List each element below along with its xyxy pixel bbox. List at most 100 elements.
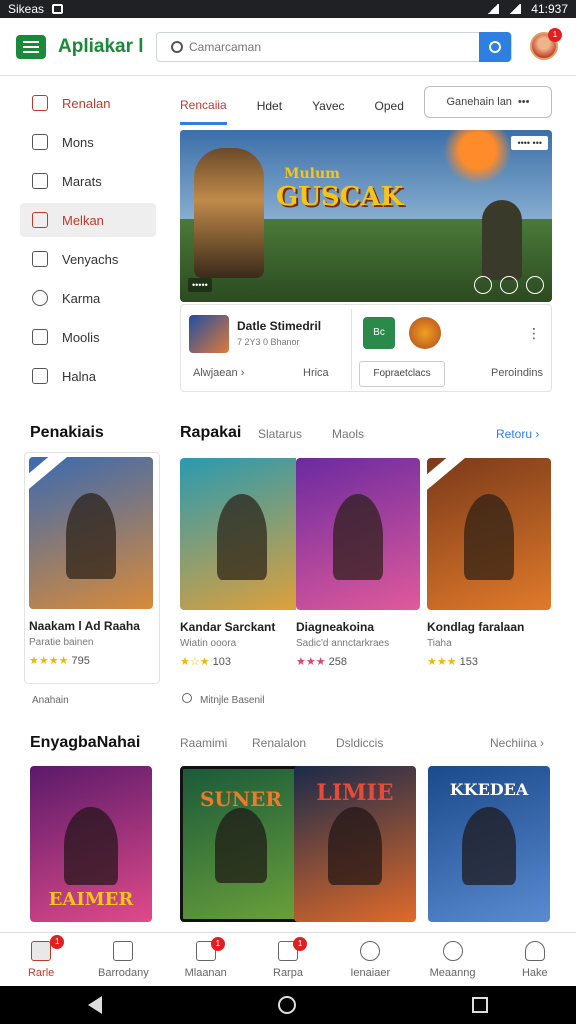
tab-0[interactable]: Rencaiia [180,87,227,125]
search-button[interactable] [479,32,511,62]
hero-share-icon[interactable] [526,276,544,294]
game-card-sub: Tiaha [427,638,452,649]
section-more-link[interactable]: Retoru › [496,427,539,441]
hero-next-icon[interactable] [500,276,518,294]
nav-item-1[interactable]: Barrodany [82,933,164,986]
star-icon: ★★★★ [29,655,69,667]
game-card[interactable]: Kandar Sarckant Wiatin ooora ★☆★ 103 [180,458,304,684]
section2-link-1[interactable]: Renalalon [252,736,306,750]
status-bar: Sikeas 41:937 [0,0,576,18]
sidebar-item-label: Mons [62,134,94,150]
section-left-title: Penakiais [30,424,104,441]
app-icon-b[interactable] [409,317,441,349]
tab-1[interactable]: Hdet [257,87,282,125]
nav-item-3[interactable]: Rarpa 1 [247,933,329,986]
back-icon[interactable] [88,996,102,1014]
status-left: Sikeas [8,2,45,16]
game-action-link[interactable]: Alwjaean › [193,367,244,379]
status-time: 41:937 [531,2,568,16]
game-card-sub: Paratie bainen [29,637,94,648]
game-card[interactable]: SUNER [180,766,302,922]
nav-label: Meaanng [429,966,476,979]
game-card[interactable]: EAIMER [30,766,152,922]
character-icon [64,806,118,885]
nav-item-6[interactable]: Hake [494,933,576,986]
nav-badge: 1 [210,937,225,951]
app-icon-a[interactable]: Bc [363,317,395,349]
sidebar-item-5[interactable]: Karma [20,281,156,315]
sidebar-item-label: Melkan [62,212,104,228]
game-card-caption: EAIMER [48,889,134,910]
game-thumbnail[interactable] [189,315,229,353]
avatar-badge: 1 [548,28,562,42]
folder-icon [32,212,48,228]
sidebar-item-4[interactable]: Venyachs [20,242,156,276]
section-link-0[interactable]: Slatarus [258,427,302,441]
game-sub: 7 2Y3 0 Bhanor [237,337,300,347]
notification-icon [52,4,64,14]
game-card[interactable]: Diagneakoina Sadic'd annctarkraes ★★★ 25… [296,458,420,684]
properties-button[interactable]: Fopraetclacs [359,361,445,387]
mail-icon [113,940,134,961]
game-card-rating: ★★★★ 795 [29,654,155,667]
sidebar-item-label: Karma [62,290,101,306]
nav-item-5[interactable]: Meaanng [411,933,493,986]
featured-info: Datle Stimedril 7 2Y3 0 Bhanor Alwjaean … [180,304,552,392]
star-icon: ★☆★ [180,656,210,668]
sidebar: Renalan Mons Marats Melkan Venyachs Karm… [20,86,156,398]
hero-prev-icon[interactable] [474,276,492,294]
grid-icon [32,368,48,384]
sidebar-item-2[interactable]: Marats [20,164,156,198]
sidebar-item-0[interactable]: Renalan [20,86,156,120]
pen-icon [32,173,48,189]
map-icon [32,251,48,267]
tab-bar: Rencaiia Hdet Yavec Oped Ganehain lan ••… [180,86,552,126]
more-vertical-icon[interactable]: ⋮ [527,325,541,342]
star-icon: ★★★ [296,656,326,668]
nav-label: Mlaanan [184,966,227,979]
app-title: Apliakar l [58,35,144,57]
gamepad-icon [32,95,48,111]
search-bar[interactable]: Camarcaman [156,32,512,62]
nav-label: Hake [521,966,548,979]
filter-select-label: Ganehain lan [446,96,512,108]
menu-button[interactable] [16,34,46,59]
section2-link-2[interactable]: Dsldiccis [336,736,383,750]
game-card[interactable]: LIMIE [294,766,416,922]
home-button-icon[interactable] [278,996,296,1014]
game-card-rating: ★☆★ 103 [180,655,304,668]
section2-link-0[interactable]: Raamimi [180,736,227,750]
sidebar-item-7[interactable]: Halna [20,359,156,393]
nav-item-0[interactable]: Rarle 1 [0,933,82,986]
character-icon [215,808,267,883]
top-app-bar: Apliakar l Camarcaman 1 [0,18,576,76]
section2-more-link[interactable]: Nechiina › [490,736,544,750]
section-link-1[interactable]: Maols [332,427,364,441]
sidebar-item-1[interactable]: Mons [20,125,156,159]
sidebar-item-3[interactable]: Melkan [20,203,156,237]
rating-value: 153 [459,656,479,668]
tab-2[interactable]: Yavec [312,87,344,125]
recents-icon[interactable] [472,997,488,1013]
sidebar-item-6[interactable]: Moolis [20,320,156,354]
game-card[interactable]: KKEDEA [428,766,550,922]
nav-item-4[interactable]: Ienaiaer [329,933,411,986]
nav-label: Ienaiaer [350,966,391,979]
tab-3[interactable]: Oped [375,87,404,125]
game-card-caption: LIMIE [316,780,394,806]
hero-character-icon [194,148,264,278]
game-card-caption: SUNER [199,787,283,811]
nav-item-2[interactable]: Mlaanan 1 [165,933,247,986]
chat-icon [360,940,381,961]
game-card[interactable]: Naakam l Ad Raaha Paratie bainen ★★★★ 79… [24,452,160,684]
game-card-title: Kandar Sarckant [180,620,276,634]
hero-banner[interactable]: Mulum GUSCAK •••• ••• ••••• [180,130,552,302]
game-card[interactable]: Kondlag faralaan Tiaha ★★★ 153 [427,458,551,684]
file-icon [32,134,48,150]
filter-select[interactable]: Ganehain lan ••• [424,86,552,118]
game-card-art [29,457,153,609]
search-icon [171,41,183,53]
search-input[interactable]: Camarcaman [189,40,479,54]
sidebar-item-label: Moolis [62,329,100,345]
character-icon [328,806,382,885]
